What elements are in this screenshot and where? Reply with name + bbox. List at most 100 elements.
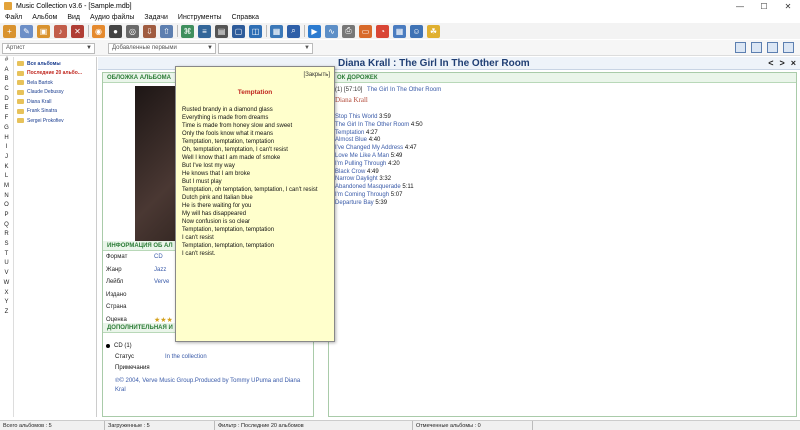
track-row[interactable]: Departure Bay 5:39 [329,200,796,208]
browser-icon[interactable]: ◫ [249,24,262,38]
status-value[interactable]: In the collection [165,354,207,360]
alphabet-letter[interactable]: V [0,270,13,280]
sort-dropdown[interactable]: Добавленные первыми ▼ [108,43,216,54]
track-row[interactable]: Abandoned Masquerade 5:11 [329,184,796,192]
scan-disc-icon[interactable]: ◎ [126,24,139,38]
next-album-button[interactable]: > [779,58,784,68]
track-name[interactable]: I've Changed My Address [335,145,403,151]
menu-tasks[interactable]: Задачи [139,14,173,21]
alphabet-letter[interactable]: E [0,105,13,115]
disc-title[interactable]: The Girl In The Other Room [367,87,441,93]
alphabet-letter[interactable]: P [0,212,13,222]
alphabet-letter[interactable]: O [0,202,13,212]
alphabet-letter[interactable]: N [0,193,13,203]
disc-icon[interactable]: ● [109,24,122,38]
track-row[interactable]: I'm Pulling Through 4:20 [329,161,796,169]
window-icon[interactable]: ▢ [232,24,245,38]
image-icon[interactable]: ▦ [270,24,283,38]
prev-album-button[interactable]: < [768,58,773,68]
property-value[interactable]: CD [154,254,163,260]
track-row[interactable]: I'm Coming Through 5:07 [329,192,796,200]
export-icon[interactable]: ⇧ [160,24,173,38]
track-row[interactable]: Temptation 4:27 [329,130,796,138]
property-value[interactable]: Verve [154,279,169,285]
track-name[interactable]: I'm Pulling Through [335,161,386,167]
track-name[interactable]: Stop This World [335,114,377,120]
menu-view[interactable]: Вид [62,14,85,21]
list-icon[interactable]: ≡ [198,24,211,38]
alphabet-letter[interactable]: A [0,67,13,77]
close-window-button[interactable]: ✕ [776,0,800,12]
track-row[interactable]: I've Changed My Address 4:47 [329,145,796,153]
alphabet-letter[interactable]: D [0,96,13,106]
alphabet-letter[interactable]: H [0,135,13,145]
import-icon[interactable]: ⇩ [143,24,156,38]
alphabet-letter[interactable]: F [0,115,13,125]
menu-file[interactable]: Файл [0,14,27,21]
menu-tools[interactable]: Инструменты [173,14,227,21]
tree-item[interactable]: Diana Krall [15,97,96,107]
alphabet-letter[interactable]: T [0,251,13,261]
tree-item[interactable]: Последние 20 альбо... [15,69,96,79]
alphabet-letter[interactable]: I [0,144,13,154]
search-input[interactable]: ▼ [218,43,313,54]
track-name[interactable]: Temptation [335,130,364,136]
alphabet-letter[interactable]: K [0,164,13,174]
view-list-icon[interactable] [751,42,762,53]
duck-icon[interactable]: ☘ [427,24,440,38]
track-row[interactable]: Narrow Daylight 3:32 [329,176,796,184]
track-name[interactable]: Abandoned Masquerade [335,184,401,190]
alphabet-letter[interactable]: R [0,231,13,241]
track-name[interactable]: The Girl In The Other Room [335,122,409,128]
edit-album-icon[interactable]: ✎ [20,24,33,38]
tree-item[interactable]: Все альбомы [15,59,96,69]
field-dropdown[interactable]: Артист ▼ [2,43,95,54]
gallery-icon[interactable]: ▦ [393,24,406,38]
menu-album[interactable]: Альбом [27,14,62,21]
play-icon[interactable]: ▶ [308,24,321,38]
view-details-icon[interactable] [735,42,746,53]
report-icon[interactable]: ▤ [215,24,228,38]
view-thumbnails-icon[interactable] [783,42,794,53]
track-name[interactable]: Love Me Like A Man [335,153,389,159]
alphabet-letter[interactable]: B [0,76,13,86]
alphabet-letter[interactable]: W [0,280,13,290]
album-folder-icon[interactable]: ▣ [37,24,50,38]
alphabet-letter[interactable]: C [0,86,13,96]
alphabet-letter[interactable]: J [0,154,13,164]
add-album-icon[interactable]: + [3,24,16,38]
track-row[interactable]: The Girl In The Other Room 4:50 [329,122,796,130]
menu-help[interactable]: Справка [227,14,264,21]
card-icon[interactable]: ▭ [359,24,372,38]
close-album-button[interactable]: × [791,58,796,68]
add-tracks-icon[interactable]: ♪ [54,24,67,38]
print-icon[interactable]: ⎙ [342,24,355,38]
track-row[interactable]: Stop This World 3:59 [329,114,796,122]
view-grid-icon[interactable] [767,42,778,53]
alphabet-letter[interactable]: L [0,173,13,183]
track-row[interactable]: Black Crow 4:49 [329,169,796,177]
close-lyrics-link[interactable]: [Закрыть] [304,72,330,78]
alphabet-letter[interactable]: G [0,125,13,135]
maximize-button[interactable]: ☐ [752,0,776,12]
menu-audio-files[interactable]: Аудио файлы [85,14,139,21]
alphabet-letter[interactable]: Q [0,222,13,232]
tree-item[interactable]: Claude Debussy [15,88,96,98]
track-row[interactable]: Love Me Like A Man 5:49 [329,153,796,161]
alphabet-letter[interactable]: M [0,183,13,193]
track-name[interactable]: Narrow Daylight [335,176,378,182]
track-name[interactable]: I'm Coming Through [335,192,389,198]
track-name[interactable]: Black Crow [335,169,365,175]
alphabet-letter[interactable]: U [0,260,13,270]
tag-icon[interactable]: ⌘ [181,24,194,38]
track-name[interactable]: Almost Blue [335,137,367,143]
alphabet-letter[interactable]: Y [0,299,13,309]
delete-icon[interactable]: ✕ [71,24,84,38]
tree-item[interactable]: Frank Sinatra [15,107,96,117]
tree-item[interactable]: Bela Bartok [15,78,96,88]
property-value[interactable]: Jazz [154,267,166,273]
cd-item[interactable]: CD (1) [103,341,313,351]
user-icon[interactable]: ☺ [410,24,423,38]
cd-player-icon[interactable]: ◉ [92,24,105,38]
chart-icon[interactable]: ◔ [376,24,389,38]
